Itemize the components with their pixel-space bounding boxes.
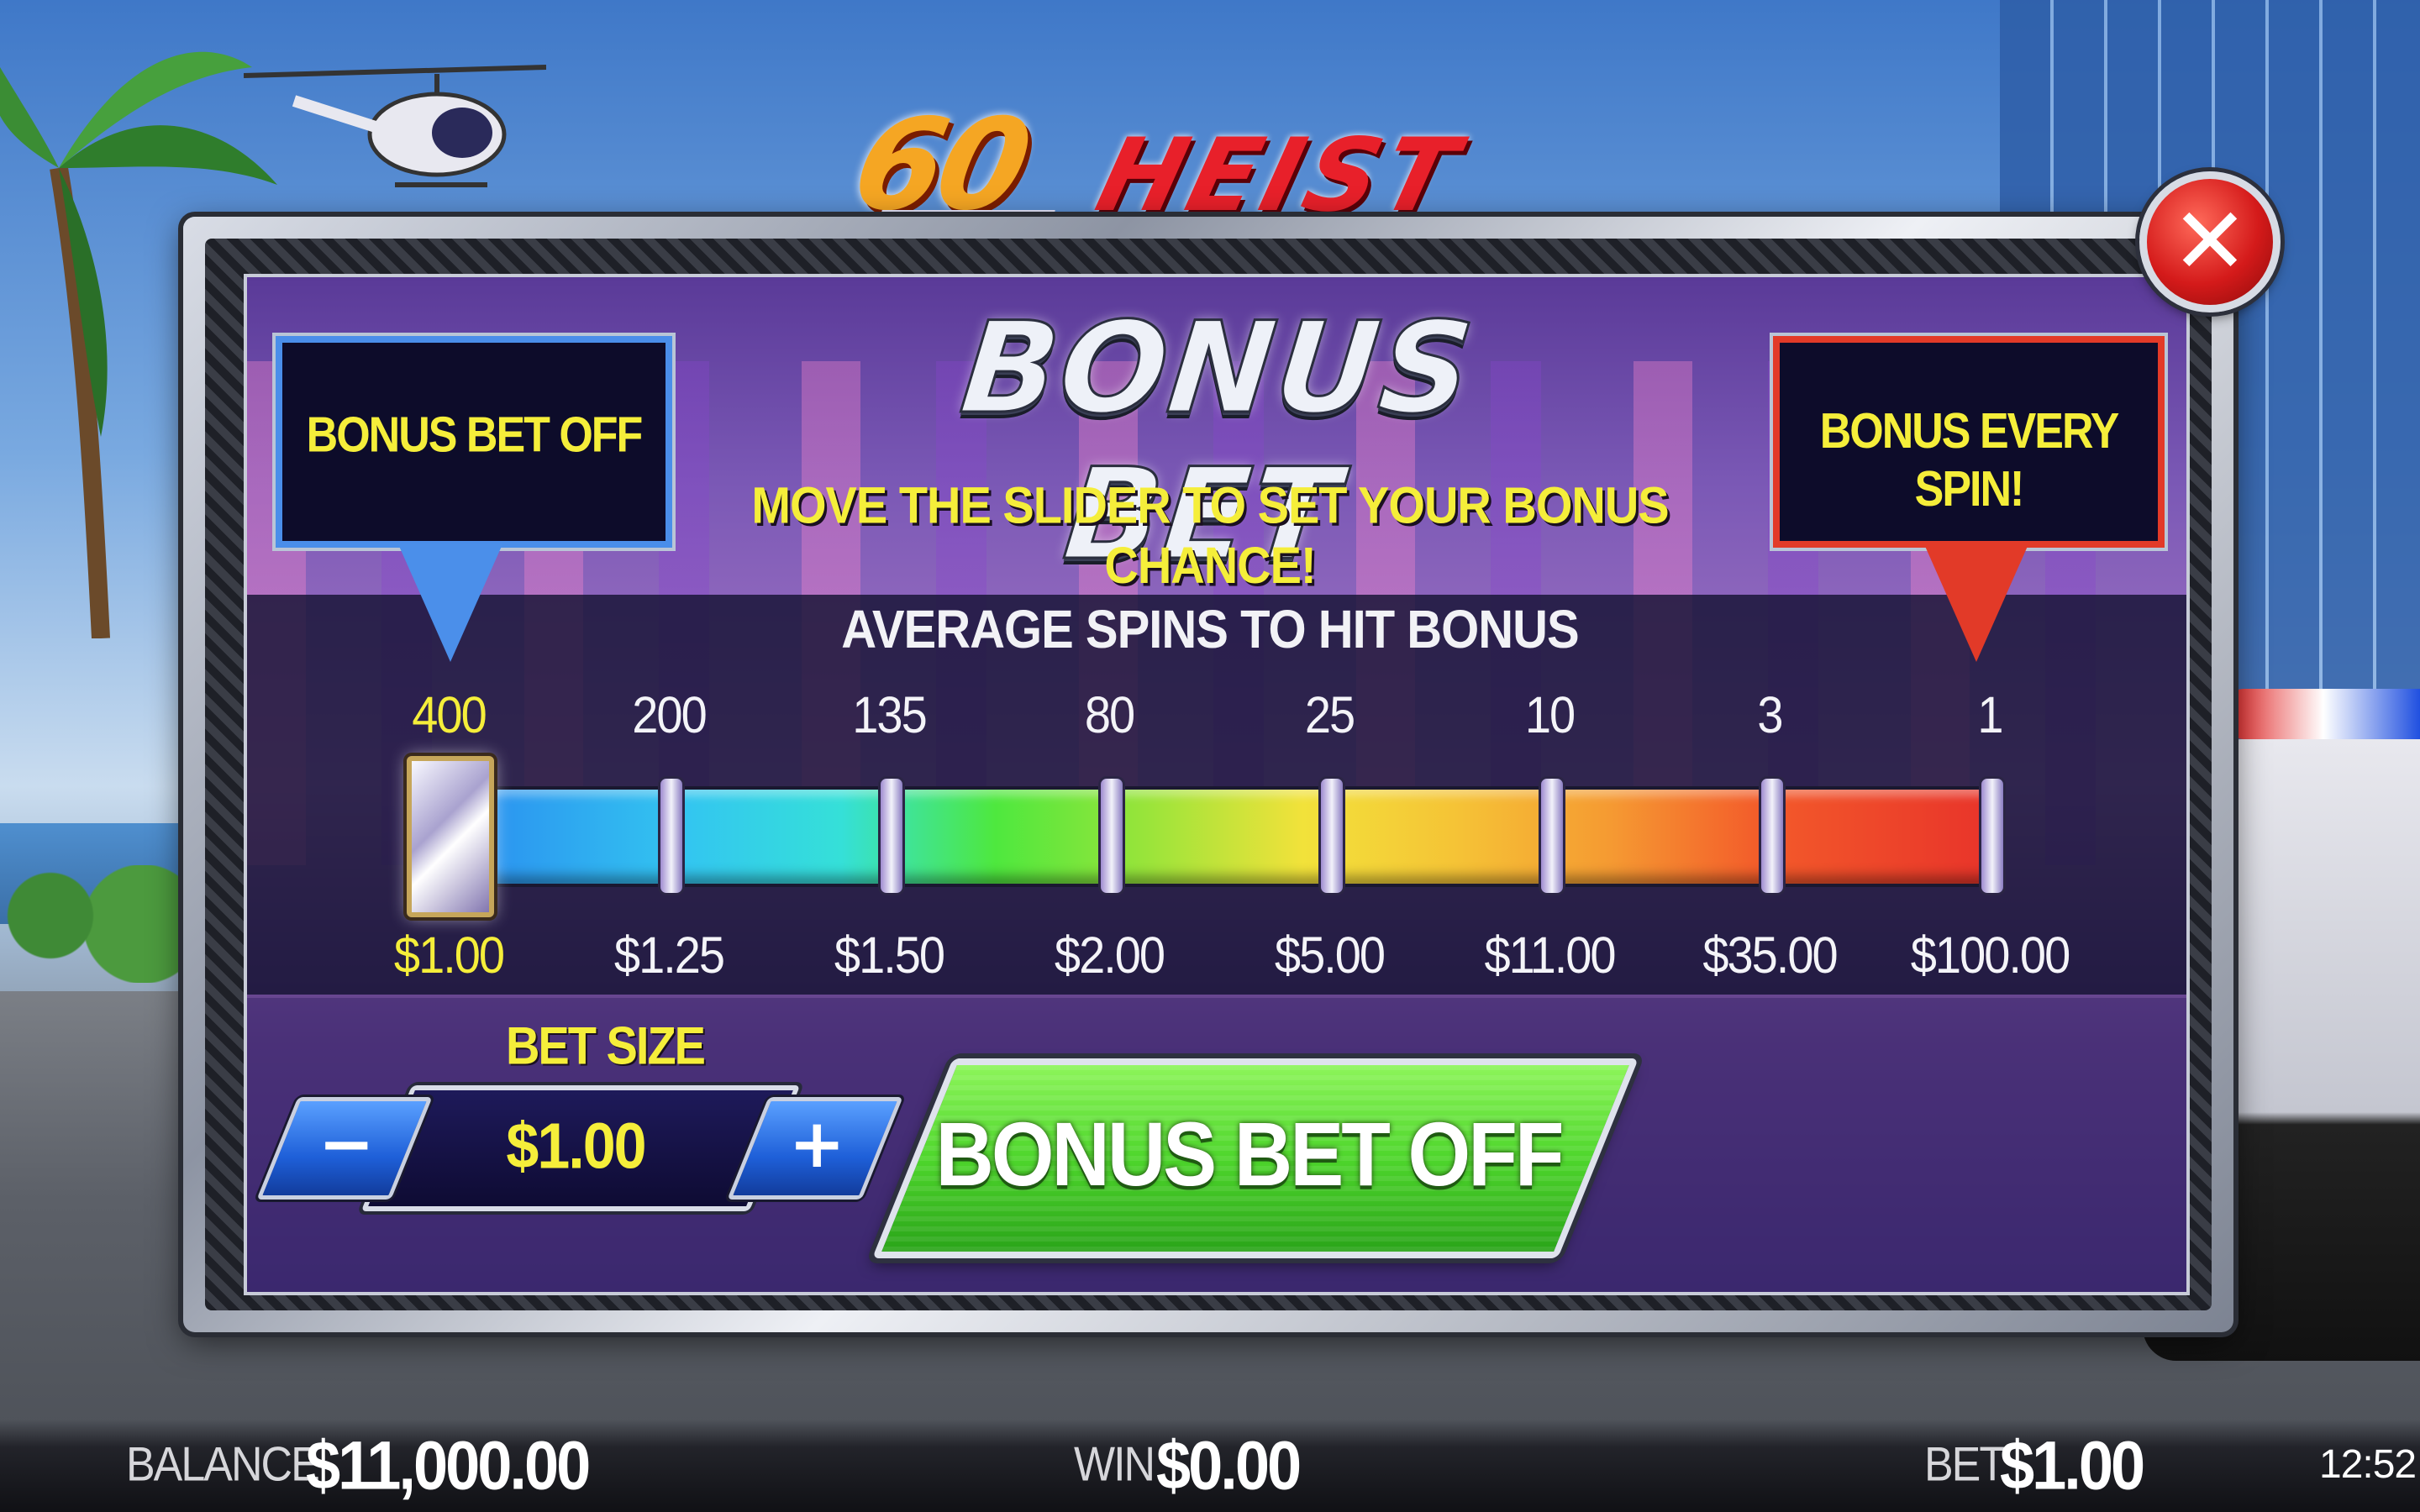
cost-tick-label: $1.00 — [393, 925, 505, 984]
police-light-bar — [2227, 689, 2420, 739]
win-value: $0.00 — [1156, 1426, 1302, 1504]
bet-label: BET — [1924, 1438, 2006, 1492]
spins-tick-label: 3 — [1757, 685, 1783, 744]
win-label: WIN — [1074, 1438, 1155, 1492]
bonus-every-spin-pointer-icon — [1924, 544, 2028, 662]
bonus-every-spin-callout-text: BONUS EVERY SPIN! — [1819, 403, 2120, 517]
slider-notch[interactable] — [1098, 776, 1125, 895]
cost-tick-label: $1.50 — [834, 925, 945, 984]
bonus-bet-toggle-label: BONUS BET OFF — [935, 1104, 1565, 1205]
slider-handle[interactable] — [407, 756, 494, 917]
bonus-off-pointer-icon — [398, 544, 502, 662]
spins-tick-label: 400 — [412, 685, 487, 744]
slider-notch[interactable] — [1539, 776, 1565, 895]
bonus-off-callout-text: BONUS BET OFF — [306, 407, 644, 464]
cost-tick-label: $2.00 — [1054, 925, 1165, 984]
bonus-off-callout: BONUS BET OFF — [276, 336, 672, 548]
spins-tick-label: 80 — [1084, 685, 1135, 744]
cost-tick-label: $100.00 — [1910, 925, 2070, 984]
cost-tick-label: $11.00 — [1484, 925, 1616, 984]
slider-notch[interactable] — [658, 776, 685, 895]
balance-label: BALANCE — [126, 1438, 320, 1492]
balance-value: $11,000.00 — [306, 1426, 591, 1504]
dialog-subtitle: MOVE THE SLIDER TO SET YOUR BONUS CHANCE… — [751, 475, 1669, 595]
spins-tick-label: 200 — [632, 685, 707, 744]
spins-tick-label: 135 — [852, 685, 927, 744]
clock: 12:52 — [2319, 1442, 2417, 1487]
spins-tick-label: 1 — [1977, 685, 2003, 744]
spins-tick-label: 25 — [1304, 685, 1355, 744]
minus-icon: − — [318, 1105, 375, 1183]
cost-tick-label: $1.25 — [613, 925, 725, 984]
cost-tick-label: $35.00 — [1702, 925, 1838, 984]
bet-value: $1.00 — [2000, 1426, 2145, 1504]
average-spins-header: AVERAGE SPINS TO HIT BONUS — [841, 599, 1579, 660]
spins-tick-label: 10 — [1524, 685, 1576, 744]
bet-size-value: $1.00 — [506, 1110, 646, 1182]
bet-size-label: BET SIZE — [505, 1016, 706, 1075]
helicopter-icon — [244, 65, 546, 187]
slider-notch[interactable] — [1318, 776, 1345, 895]
cost-tick-label: $5.00 — [1274, 925, 1386, 984]
close-button[interactable]: ✕ — [2139, 171, 2281, 312]
close-icon: ✕ — [2170, 187, 2249, 295]
slider-notch[interactable] — [1759, 776, 1786, 895]
slider-notch[interactable] — [878, 776, 905, 895]
slider-notch[interactable] — [1979, 776, 2006, 895]
plus-icon: + — [788, 1105, 845, 1183]
bonus-every-spin-callout: BONUS EVERY SPIN! — [1773, 336, 2165, 548]
